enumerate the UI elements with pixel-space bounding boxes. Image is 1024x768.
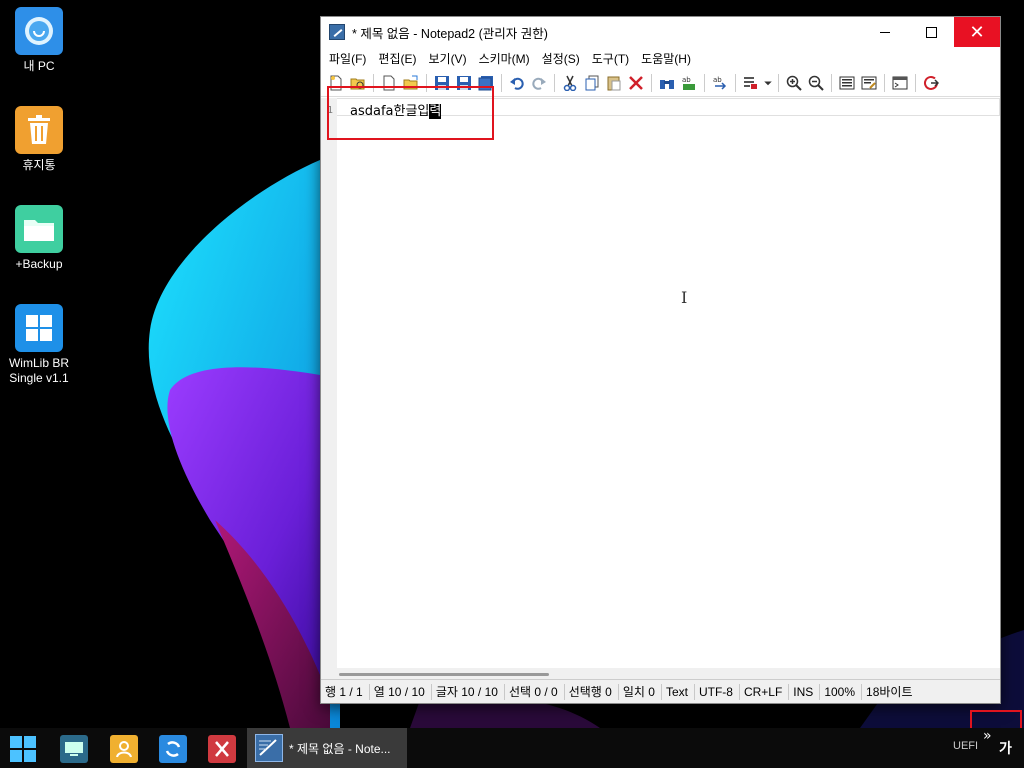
taskbar-app-explorer[interactable]	[57, 733, 91, 765]
zoom-out-icon[interactable]	[805, 72, 827, 94]
taskbar-notepad-button[interactable]: * 제목 없음 - Note...	[247, 728, 407, 768]
menu-view[interactable]: 보기(V)	[423, 50, 471, 67]
delete-icon[interactable]	[625, 72, 647, 94]
desktop-icon-wimlib[interactable]: WimLib BR Single v1.1	[0, 304, 78, 386]
status-size: 18바이트	[866, 684, 913, 699]
folder-icon	[15, 205, 63, 253]
cut-icon[interactable]	[559, 72, 581, 94]
toolbar-separator	[704, 73, 705, 92]
taskbar-app-user[interactable]	[107, 733, 141, 765]
highlight-box-editor	[327, 86, 494, 140]
toolbar-separator	[651, 73, 652, 92]
desktop-icon-my-pc[interactable]: 내 PC	[0, 7, 78, 74]
sync-icon	[159, 735, 187, 763]
window-title: * 제목 없음 - Notepad2 (관리자 권한)	[352, 26, 548, 41]
status-matches: 일치 0	[619, 683, 662, 700]
x-app-icon	[208, 735, 236, 763]
scrollbar-thumb[interactable]	[339, 673, 549, 676]
status-zoom[interactable]: 100%	[820, 683, 863, 700]
menu-edit[interactable]: 편집(E)	[373, 50, 421, 67]
toolbar-separator	[915, 73, 916, 92]
toolbar-separator	[778, 73, 779, 92]
menu-help[interactable]: 도움말(H)	[636, 50, 696, 67]
status-insert-mode[interactable]: INS	[789, 683, 821, 700]
console-icon[interactable]	[889, 72, 911, 94]
menu-settings[interactable]: 설정(S)	[537, 50, 585, 67]
undo-icon[interactable]	[506, 72, 528, 94]
taskbar: * 제목 없음 - Note... UEFI » 가	[0, 728, 1024, 768]
recycle-bin-icon	[15, 106, 63, 154]
svg-text:ab: ab	[713, 76, 722, 84]
status-line-ending[interactable]: CR+LF	[740, 683, 790, 700]
toolbar-separator	[735, 73, 736, 92]
status-selected-lines: 선택행 0	[565, 683, 619, 700]
text-cursor-icon: I	[681, 288, 688, 307]
notepad-icon	[255, 734, 283, 762]
status-line: 행 1 / 1	[321, 683, 370, 700]
windows-logo-icon	[15, 304, 63, 352]
copy-icon[interactable]	[581, 72, 603, 94]
scheme-icon[interactable]	[836, 72, 858, 94]
redo-icon[interactable]	[528, 72, 550, 94]
goto-icon[interactable]: ab	[709, 72, 731, 94]
notepad-app-icon	[329, 24, 345, 40]
tray-overflow-chevron-icon[interactable]: »	[983, 728, 992, 744]
menu-tools[interactable]: 도구(T)	[587, 50, 634, 67]
computer-icon	[15, 7, 63, 55]
taskbar-app-x[interactable]	[205, 733, 239, 765]
status-chars: 글자 10 / 10	[432, 683, 505, 700]
menu-bar: 파일(F) 편집(E) 보기(V) 스키마(M) 설정(S) 도구(T) 도움말…	[321, 47, 1000, 69]
status-bar: 행 1 / 1 열 10 / 10 글자 10 / 10 선택 0 / 0 선택…	[321, 679, 1000, 703]
desktop-icon-label: 휴지통	[22, 158, 56, 172]
title-bar[interactable]: * 제목 없음 - Notepad2 (관리자 권한) ✕	[321, 17, 1000, 47]
paste-icon[interactable]	[603, 72, 625, 94]
find-icon[interactable]	[656, 72, 678, 94]
toolbar-separator	[831, 73, 832, 92]
status-selection: 선택 0 / 0	[505, 683, 565, 700]
line-number-gutter	[321, 98, 337, 680]
maximize-button[interactable]	[908, 17, 954, 47]
minimize-button[interactable]	[862, 17, 908, 47]
toolbar-separator	[501, 73, 502, 92]
close-button[interactable]: ✕	[954, 17, 1000, 47]
toolbar-separator	[554, 73, 555, 92]
replace-icon[interactable]: ab	[678, 72, 700, 94]
desktop-icon-label: +Backup	[15, 257, 63, 271]
windows-start-icon	[10, 736, 36, 762]
taskbar-app-sync[interactable]	[156, 733, 190, 765]
menu-file[interactable]: 파일(F)	[324, 50, 371, 67]
toolbar-separator	[884, 73, 885, 92]
status-encoding[interactable]: UTF-8	[695, 683, 740, 700]
taskbar-notepad-label: * 제목 없음 - Note...	[289, 741, 391, 756]
user-icon	[110, 735, 138, 763]
svg-text:ab: ab	[682, 76, 691, 84]
ime-mode-indicator[interactable]: 가	[999, 738, 1012, 758]
dropdown-arrow-icon[interactable]	[762, 72, 774, 94]
status-column: 열 10 / 10	[370, 683, 432, 700]
tray-uefi-label: UEFI	[953, 740, 979, 752]
menu-scheme[interactable]: 스키마(M)	[474, 50, 535, 67]
desktop-icon-label: WimLib BR Single v1.1	[8, 356, 69, 385]
start-button[interactable]	[6, 733, 40, 765]
status-scheme[interactable]: Text	[662, 683, 695, 700]
desktop-icon-label: 내 PC	[23, 59, 55, 73]
desktop-icon-recycle-bin[interactable]: 휴지통	[0, 106, 78, 173]
desktop-icon-backup[interactable]: +Backup	[0, 205, 78, 272]
text-editor[interactable]: 1 asdafa한글입력 I	[321, 98, 1000, 680]
customize-icon[interactable]	[858, 72, 880, 94]
wordwrap-icon[interactable]	[740, 72, 762, 94]
exit-icon[interactable]	[920, 72, 942, 94]
monitor-icon	[60, 735, 88, 763]
zoom-in-icon[interactable]	[783, 72, 805, 94]
